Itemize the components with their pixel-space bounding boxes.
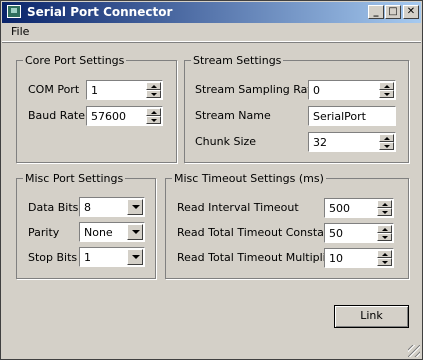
spinner-arrows xyxy=(146,108,161,124)
parity-dropdown[interactable]: None xyxy=(79,222,145,242)
baud-rate-label: Baud Rate xyxy=(28,109,85,122)
stream-sampling-rate-label: Stream Sampling Rate xyxy=(195,83,319,96)
menu-bar: File xyxy=(2,23,421,42)
read-total-timeout-constant-spinner[interactable]: 50 xyxy=(324,223,394,243)
read-total-timeout-constant-value: 50 xyxy=(329,227,343,240)
stream-name-value: SerialPort xyxy=(313,110,366,123)
chunk-size-value: 32 xyxy=(313,136,327,149)
data-bits-value: 8 xyxy=(84,201,91,214)
chunk-size-label: Chunk Size xyxy=(195,135,257,148)
spin-up-icon[interactable] xyxy=(377,200,392,208)
spin-down-icon[interactable] xyxy=(377,233,392,241)
spin-up-icon[interactable] xyxy=(379,134,394,142)
stop-bits-value: 1 xyxy=(84,251,91,264)
spinner-arrows xyxy=(377,200,392,216)
misc-timeout-settings-group: Misc Timeout Settings (ms) Read Interval… xyxy=(165,172,409,279)
spin-up-icon[interactable] xyxy=(146,108,161,116)
baud-rate-spinner[interactable]: 57600 xyxy=(86,106,163,126)
spin-up-icon[interactable] xyxy=(146,82,161,90)
spin-up-icon[interactable] xyxy=(377,225,392,233)
spinner-arrows xyxy=(377,250,392,266)
com-port-label: COM Port xyxy=(28,83,80,96)
spin-down-icon[interactable] xyxy=(379,90,394,98)
misc-port-settings-group: Misc Port Settings Data Bits 8 Parity No… xyxy=(16,172,156,279)
close-button[interactable]: ✕ xyxy=(403,5,419,19)
com-port-value: 1 xyxy=(91,84,98,97)
spinner-arrows xyxy=(379,82,394,98)
group-title: Stream Settings xyxy=(191,54,284,67)
baud-rate-value: 57600 xyxy=(91,110,126,123)
stream-name-label: Stream Name xyxy=(195,109,271,122)
spin-up-icon[interactable] xyxy=(377,250,392,258)
spinner-arrows xyxy=(379,134,394,150)
main-window: Serial Port Connector _ □ ✕ File Core Po… xyxy=(0,0,423,360)
stream-sampling-rate-value: 0 xyxy=(313,84,320,97)
read-total-timeout-multiplier-label: Read Total Timeout Multiplier xyxy=(177,251,338,264)
spinner-arrows xyxy=(146,82,161,98)
stream-sampling-rate-spinner[interactable]: 0 xyxy=(308,80,396,100)
stream-name-input[interactable]: SerialPort xyxy=(308,106,396,126)
read-interval-timeout-label: Read Interval Timeout xyxy=(177,201,299,214)
chevron-down-icon[interactable] xyxy=(127,199,143,215)
spin-down-icon[interactable] xyxy=(377,258,392,266)
read-interval-timeout-value: 500 xyxy=(329,202,350,215)
maximize-button[interactable]: □ xyxy=(385,5,401,19)
menu-file[interactable]: File xyxy=(11,25,29,38)
window-title: Serial Port Connector xyxy=(27,5,173,19)
core-port-settings-group: Core Port Settings COM Port 1 Baud Rate … xyxy=(16,54,177,163)
read-total-timeout-constant-label: Read Total Timeout Constant xyxy=(177,226,336,239)
spinner-arrows xyxy=(377,225,392,241)
group-title: Misc Timeout Settings (ms) xyxy=(172,172,326,185)
group-title: Core Port Settings xyxy=(23,54,127,67)
parity-label: Parity xyxy=(28,226,60,239)
spin-up-icon[interactable] xyxy=(379,82,394,90)
data-bits-dropdown[interactable]: 8 xyxy=(79,197,145,217)
read-total-timeout-multiplier-value: 10 xyxy=(329,252,343,265)
read-interval-timeout-spinner[interactable]: 500 xyxy=(324,198,394,218)
spin-down-icon[interactable] xyxy=(377,208,392,216)
stop-bits-dropdown[interactable]: 1 xyxy=(79,247,145,267)
app-icon xyxy=(7,5,21,18)
stream-settings-group: Stream Settings Stream Sampling Rate 0 S… xyxy=(184,54,409,163)
read-total-timeout-multiplier-spinner[interactable]: 10 xyxy=(324,248,394,268)
spin-down-icon[interactable] xyxy=(146,90,161,98)
chevron-down-icon[interactable] xyxy=(127,224,143,240)
resize-grip-icon[interactable] xyxy=(408,345,420,357)
spin-down-icon[interactable] xyxy=(146,116,161,124)
spin-down-icon[interactable] xyxy=(379,142,394,150)
group-title: Misc Port Settings xyxy=(23,172,126,185)
chunk-size-spinner[interactable]: 32 xyxy=(308,132,396,152)
com-port-spinner[interactable]: 1 xyxy=(86,80,163,100)
link-button[interactable]: Link xyxy=(334,305,409,328)
parity-value: None xyxy=(84,226,113,239)
stop-bits-label: Stop Bits xyxy=(28,251,78,264)
minimize-button[interactable]: _ xyxy=(368,5,384,19)
data-bits-label: Data Bits xyxy=(28,201,79,214)
title-bar[interactable]: Serial Port Connector _ □ ✕ xyxy=(2,2,421,23)
chevron-down-icon[interactable] xyxy=(127,249,143,265)
